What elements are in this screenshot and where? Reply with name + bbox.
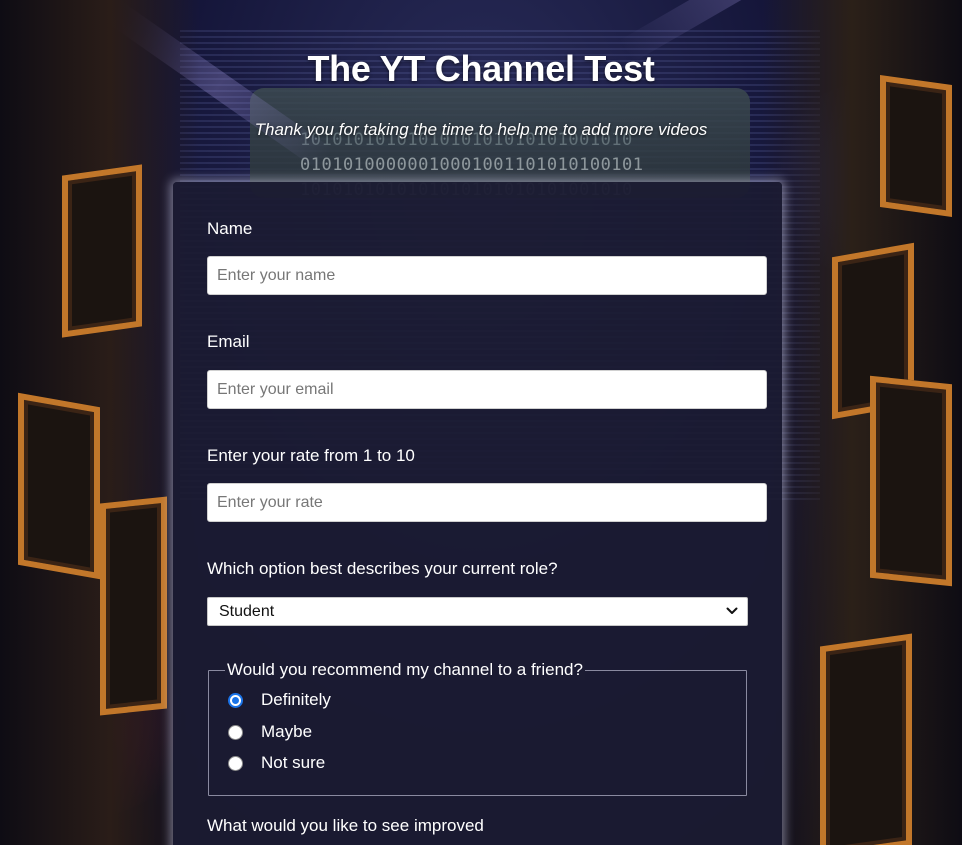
- recommend-legend: Would you recommend my channel to a frie…: [225, 660, 585, 680]
- background-frame: [820, 633, 912, 845]
- email-label: Email: [207, 332, 250, 351]
- background-frame: [62, 164, 142, 338]
- name-input[interactable]: [207, 256, 767, 295]
- page-subtitle: Thank you for taking the time to help me…: [254, 120, 708, 139]
- radio-option-maybe[interactable]: Maybe: [228, 722, 312, 742]
- background-frame: [870, 375, 952, 587]
- role-label: Which option best describes your current…: [207, 559, 558, 578]
- radio-label: Maybe: [261, 722, 313, 741]
- role-select[interactable]: Student: [207, 597, 748, 626]
- rate-input[interactable]: [207, 483, 767, 522]
- survey-form: Name Email Enter your rate from 1 to 10 …: [173, 182, 782, 845]
- background-binary-line: 01010100000010001001101010100101: [300, 155, 644, 175]
- page-title: The YT Channel Test: [307, 48, 655, 89]
- radio-option-definitely[interactable]: Definitely: [228, 690, 331, 710]
- recommend-fieldset: Would you recommend my channel to a frie…: [208, 660, 747, 796]
- radio-button[interactable]: [228, 692, 243, 708]
- radio-button[interactable]: [228, 724, 243, 740]
- chevron-down-icon: [726, 607, 738, 614]
- radio-button[interactable]: [228, 755, 243, 771]
- email-input[interactable]: [207, 370, 767, 409]
- radio-label: Not sure: [261, 753, 326, 772]
- role-select-value: Student: [219, 603, 275, 620]
- radio-label: Definitely: [261, 690, 331, 709]
- background-frame: [100, 496, 167, 716]
- rate-label: Enter your rate from 1 to 10: [207, 446, 415, 465]
- background-frame: [880, 74, 952, 218]
- background-frame: [18, 392, 100, 580]
- radio-option-not-sure[interactable]: Not sure: [228, 753, 325, 773]
- name-label: Name: [207, 219, 253, 238]
- improve-label: What would you like to see improved: [207, 816, 484, 835]
